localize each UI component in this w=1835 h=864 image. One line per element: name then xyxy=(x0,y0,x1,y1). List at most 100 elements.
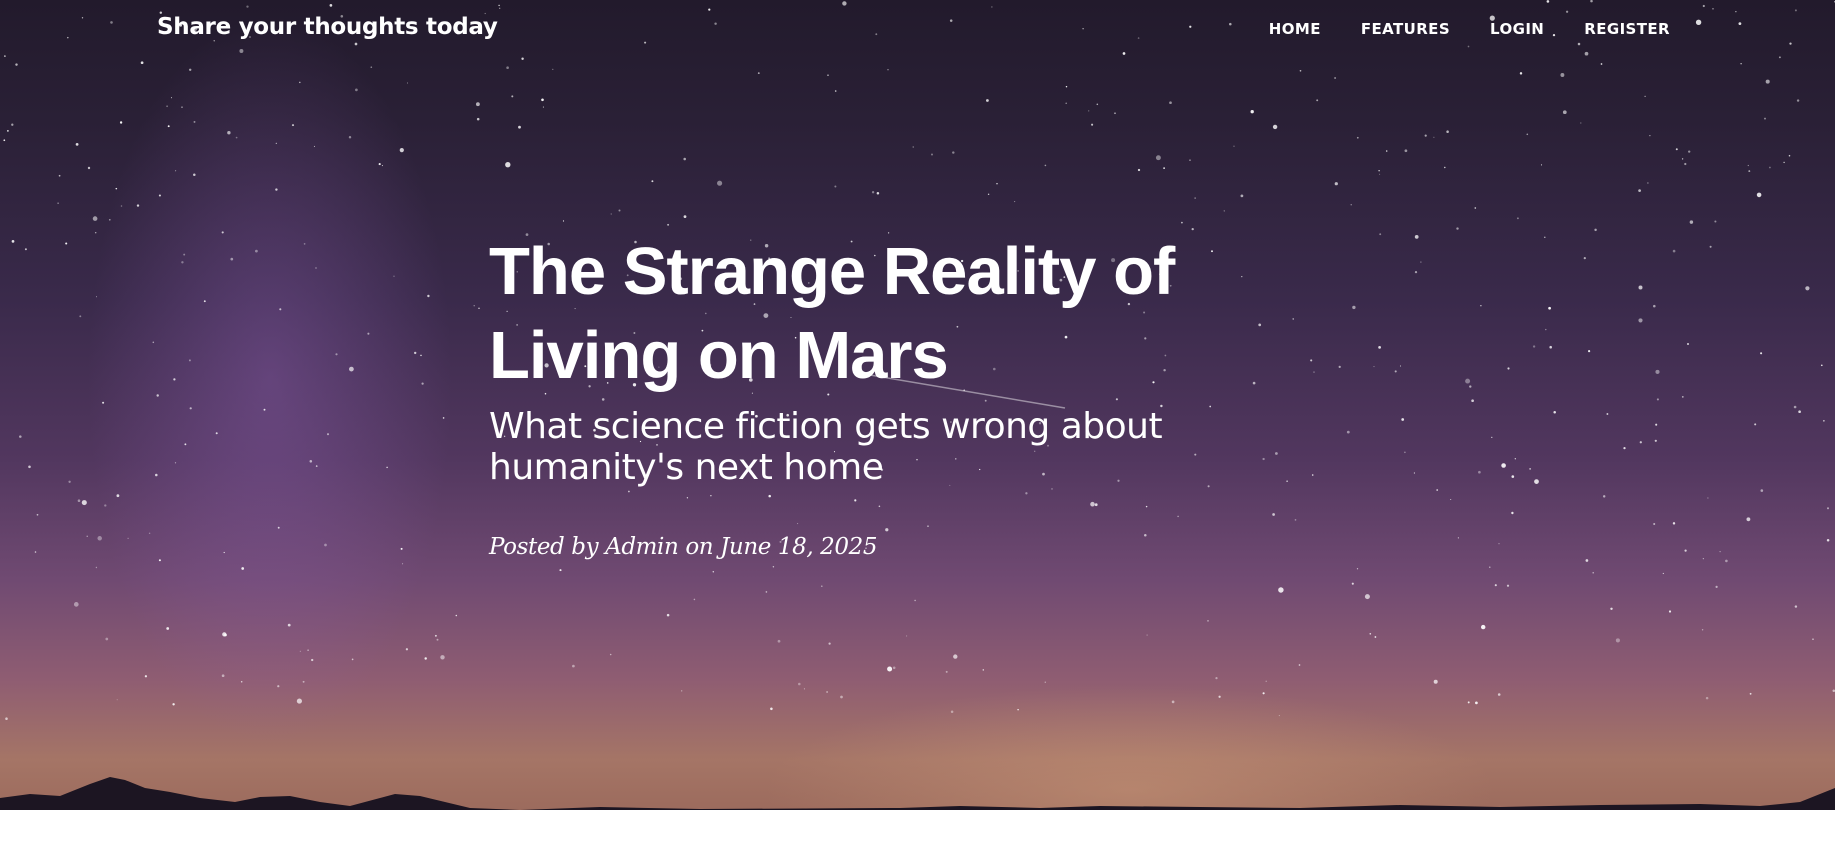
star xyxy=(505,162,511,168)
star xyxy=(402,563,404,565)
star xyxy=(1414,235,1419,239)
star xyxy=(102,401,105,404)
star xyxy=(1378,170,1380,172)
star xyxy=(1146,634,1148,636)
star xyxy=(1594,228,1597,232)
star xyxy=(1684,549,1687,552)
star xyxy=(887,666,893,672)
star xyxy=(221,674,225,678)
star xyxy=(1705,696,1709,700)
star xyxy=(172,703,175,706)
star xyxy=(1756,192,1762,198)
nav-register-link[interactable]: REGISTER xyxy=(1584,20,1670,38)
star xyxy=(683,215,687,219)
star xyxy=(1516,217,1519,220)
star xyxy=(1480,305,1482,307)
star xyxy=(772,566,775,568)
nav-features-link[interactable]: FEATURES xyxy=(1361,20,1450,38)
star xyxy=(1413,472,1415,474)
star xyxy=(1655,423,1658,426)
star xyxy=(572,664,575,668)
star xyxy=(309,460,313,463)
star xyxy=(1553,410,1556,414)
star xyxy=(609,653,612,656)
star xyxy=(1701,629,1704,631)
star xyxy=(1534,479,1539,484)
star xyxy=(1719,550,1721,553)
star xyxy=(1580,122,1582,124)
star xyxy=(803,688,805,690)
star xyxy=(94,231,97,234)
star xyxy=(427,294,430,298)
star xyxy=(871,191,875,194)
star xyxy=(1540,164,1543,166)
star xyxy=(1526,133,1529,136)
star xyxy=(610,213,612,215)
star xyxy=(189,407,192,410)
star xyxy=(1044,681,1047,683)
star xyxy=(287,623,291,627)
star xyxy=(230,257,234,261)
star xyxy=(188,359,191,362)
star xyxy=(1672,249,1676,253)
star xyxy=(1649,135,1651,137)
star xyxy=(1672,522,1676,525)
star xyxy=(1298,664,1301,666)
star xyxy=(355,88,358,92)
star xyxy=(765,591,768,593)
star xyxy=(717,180,723,186)
star xyxy=(1352,305,1356,310)
nav-login-link[interactable]: LOGIN xyxy=(1490,20,1544,38)
star xyxy=(1474,207,1477,209)
star xyxy=(1207,620,1209,622)
star xyxy=(223,551,225,554)
star xyxy=(442,417,445,419)
star xyxy=(1316,99,1319,102)
star xyxy=(1548,306,1551,310)
star xyxy=(68,480,71,483)
star xyxy=(381,165,383,167)
star xyxy=(1592,571,1594,574)
star xyxy=(1497,693,1501,696)
star xyxy=(144,675,148,678)
star xyxy=(7,130,9,132)
star xyxy=(1655,369,1660,374)
star xyxy=(87,166,91,170)
star xyxy=(712,571,715,573)
star xyxy=(1091,123,1094,126)
star xyxy=(15,63,18,66)
star xyxy=(158,194,161,197)
nav-home-link[interactable]: HOME xyxy=(1269,20,1321,38)
star xyxy=(1265,680,1267,682)
star xyxy=(116,494,120,498)
star xyxy=(1793,405,1797,409)
star xyxy=(302,680,305,683)
star xyxy=(952,151,955,154)
star xyxy=(241,567,245,570)
star xyxy=(1356,568,1359,570)
star xyxy=(1644,95,1646,98)
brand-logo-link[interactable]: Share your thoughts today xyxy=(157,14,498,40)
star xyxy=(559,569,562,572)
star xyxy=(81,500,87,506)
star xyxy=(405,648,409,651)
star xyxy=(826,691,829,693)
star xyxy=(1350,204,1352,206)
star xyxy=(1764,117,1766,120)
star xyxy=(1218,695,1221,698)
star xyxy=(115,187,118,190)
star xyxy=(349,366,354,372)
star xyxy=(105,637,109,641)
star xyxy=(892,666,896,670)
star xyxy=(1529,468,1531,470)
star xyxy=(1310,359,1313,362)
star xyxy=(1812,638,1814,640)
star xyxy=(399,148,404,153)
star xyxy=(1364,594,1370,600)
star xyxy=(1292,318,1294,320)
star xyxy=(1294,519,1297,521)
star xyxy=(1401,418,1405,421)
star xyxy=(1467,701,1470,704)
star xyxy=(1450,498,1452,501)
star xyxy=(618,209,621,212)
